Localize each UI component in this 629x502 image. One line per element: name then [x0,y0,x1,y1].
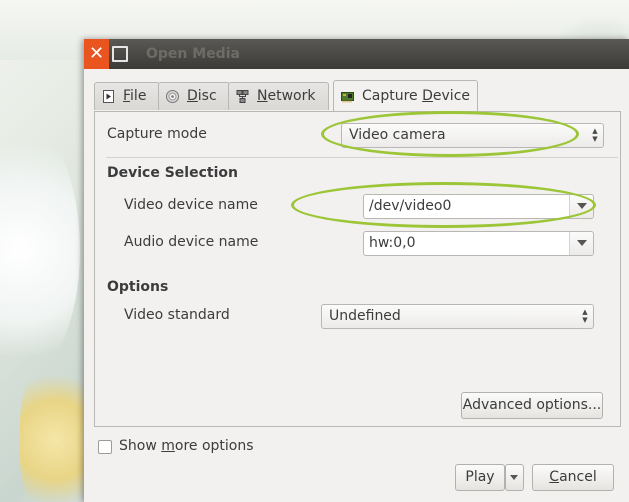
tab-capture-device-label: evice [432,88,471,104]
network-icon [236,90,249,103]
spin-arrows-icon: ▲ ▼ [592,127,598,143]
tab-capture-device[interactable]: Capture Device [333,80,478,112]
options-heading: Options [107,279,169,295]
video-standard-select[interactable]: Undefined ▲ ▼ [321,304,594,329]
video-device-value: /dev/video0 [369,198,452,214]
file-icon [103,90,114,103]
close-icon: ✕ [88,43,105,64]
audio-device-label: Audio device name [124,234,259,250]
tab-network-label: etwork [267,88,316,104]
open-media-dialog: ✕ Open Media File Disc Network Capture D… [84,39,629,502]
capture-card-icon [341,92,354,103]
tab-disc[interactable]: Disc [158,82,230,110]
tab-network[interactable]: Network [228,82,329,110]
play-menu-button[interactable] [505,464,524,491]
disc-icon [166,90,179,103]
chevron-down-icon [510,475,518,480]
capture-mode-value: Video camera [349,127,446,143]
dropdown-arrow-icon[interactable] [569,195,593,218]
spin-arrows-icon: ▲ ▼ [582,308,588,324]
dropdown-arrow-icon[interactable] [569,232,593,255]
video-standard-value: Undefined [329,308,401,324]
capture-device-panel: Capture mode Video camera ▲ ▼ Device Sele… [94,111,621,427]
window-title: Open Media [146,46,240,62]
show-more-options-checkbox[interactable] [98,440,112,454]
close-button[interactable]: ✕ [84,39,109,69]
cancel-button[interactable]: Cancel [532,464,614,491]
tab-file-label: ile [130,88,147,104]
audio-device-value: hw:0,0 [369,235,416,251]
video-standard-label: Video standard [124,307,230,323]
maximize-icon[interactable] [112,46,128,62]
audio-device-combobox[interactable]: hw:0,0 [363,231,594,256]
tab-file[interactable]: File [94,82,160,110]
video-device-combobox[interactable]: /dev/video0 [363,194,594,219]
tab-disc-label: isc [197,88,217,104]
advanced-options-button[interactable]: Advanced options... [461,392,603,419]
play-button[interactable]: Play [455,464,505,491]
capture-mode-label: Capture mode [107,126,207,142]
video-device-label: Video device name [124,197,258,213]
device-selection-heading: Device Selection [107,165,238,181]
title-bar[interactable]: ✕ Open Media [84,39,629,69]
capture-mode-select[interactable]: Video camera ▲ ▼ [341,123,604,148]
show-more-options-label[interactable]: Show more options [119,438,254,454]
